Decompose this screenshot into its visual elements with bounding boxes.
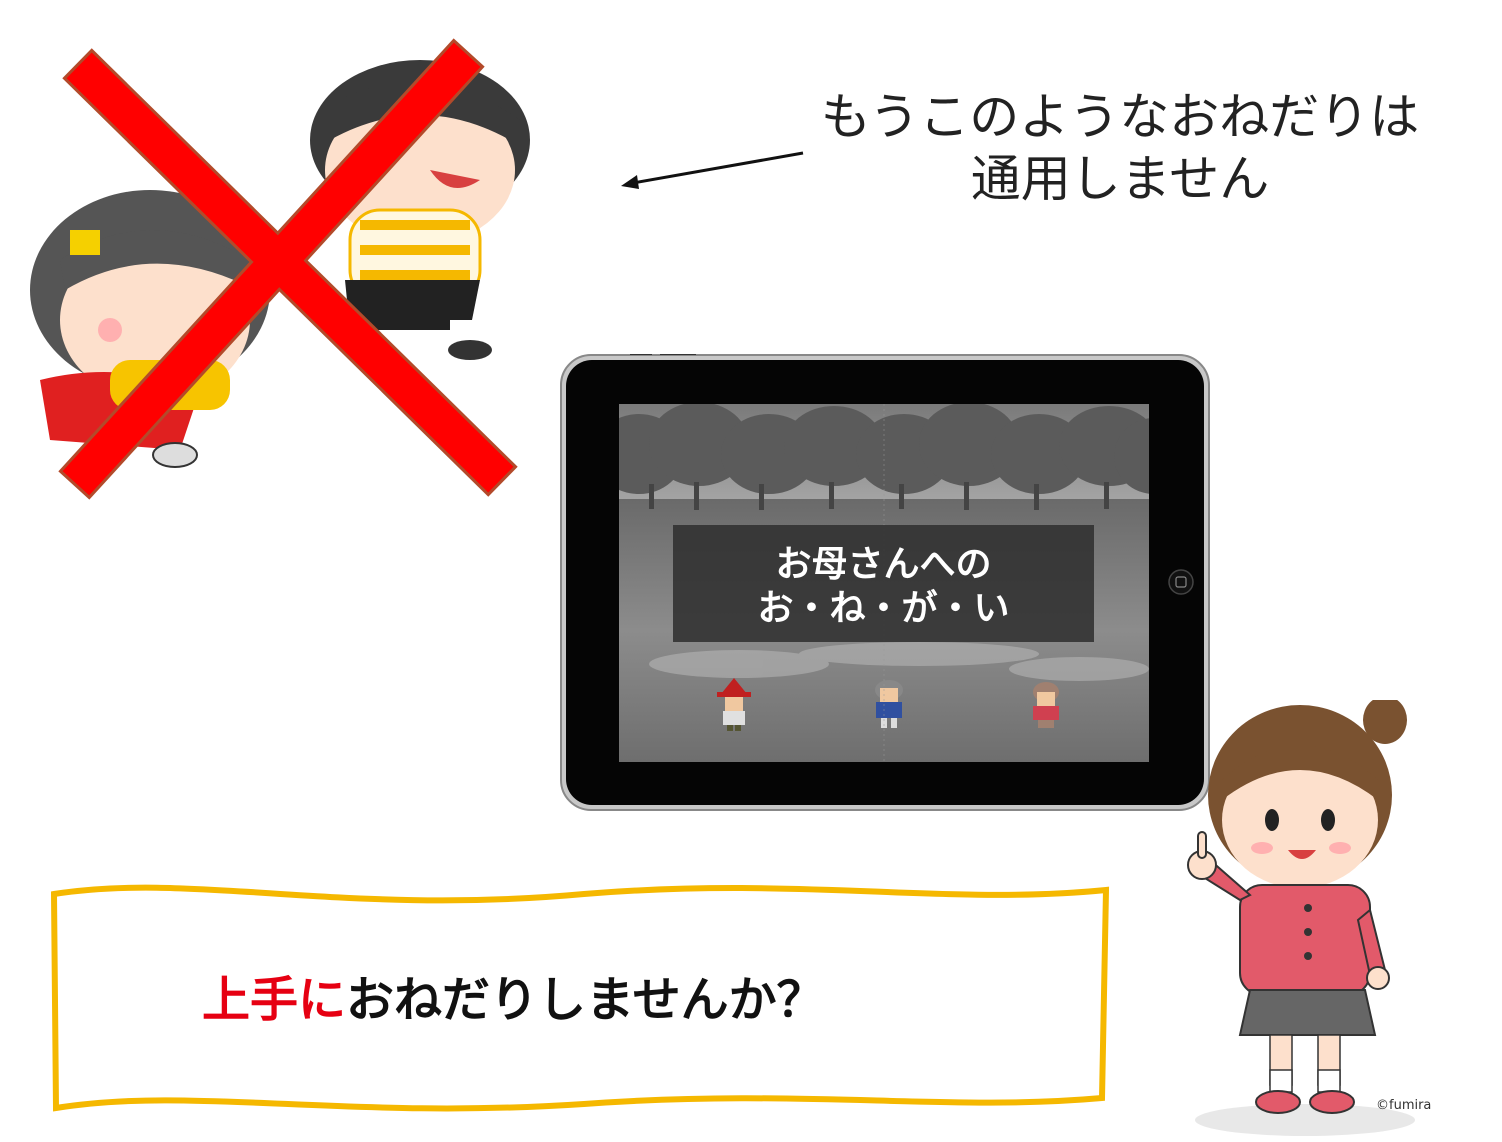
pointer-arrow: [621, 151, 804, 189]
callout-text: もうこのようなおねだりは 通用しません: [800, 86, 1440, 210]
copyright-credit: ©fumira: [1376, 1098, 1432, 1113]
callout-line-1: もうこのようなおねだりは: [820, 88, 1420, 146]
screen-title-line-1: お母さんへの: [775, 544, 992, 585]
banner-rest: おねだりしませんか？: [346, 972, 825, 1028]
pointing-girl-illustration: [1187, 700, 1415, 1136]
home-button[interactable]: [1168, 569, 1194, 595]
screen-title-panel: お母さんへの お・ね・が・い: [673, 525, 1094, 642]
banner-highlight: 上手に: [202, 972, 347, 1028]
banner-message: 上手におねだりしませんか？: [44, 960, 1116, 1030]
fighting-kids-illustration: [30, 38, 530, 500]
callout-line-2: 通用しません: [970, 150, 1270, 208]
screen-title-line-2: お・ね・が・い: [757, 588, 1010, 629]
